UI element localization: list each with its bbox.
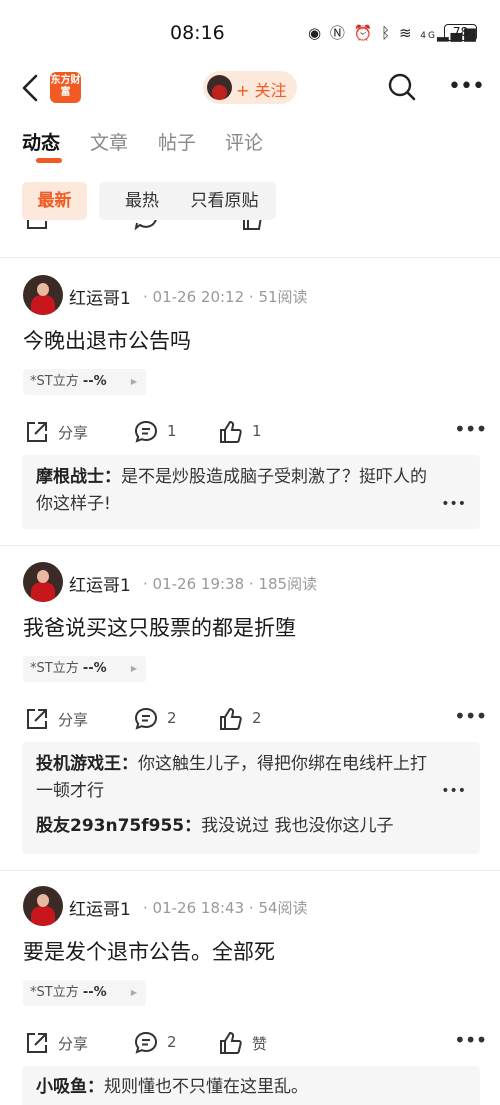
post-card[interactable]: 红运哥1 · 01-26 19:38 · 185阅读 我爸说买这只股票的都是折堕… <box>0 562 500 870</box>
post-title[interactable]: 要是发个退市公告。全部死 <box>23 936 275 966</box>
like-icon <box>220 1031 242 1054</box>
tab-comments[interactable]: 评论 <box>225 128 263 155</box>
comment-item: 摩根战士：是不是炒股造成脑子受刺激了？挺吓人的你这样子! <box>36 467 427 514</box>
comment-icon[interactable] <box>133 220 159 232</box>
follow-button[interactable]: + 关注 <box>203 71 297 104</box>
author-name[interactable]: 红运哥1 <box>69 895 131 920</box>
nfc-icon: Ⓝ <box>329 24 347 42</box>
expand-comment-icon[interactable]: ••• <box>441 783 466 799</box>
top-nav: 东方财富 + 关注 ••• <box>0 64 500 114</box>
post-card[interactable]: 红运哥1 · 01-26 20:12 · 51阅读 今晚出退市公告吗 *ST立方… <box>0 275 500 545</box>
follow-label: + 关注 <box>236 81 287 100</box>
follow-avatar <box>207 75 232 100</box>
post-meta: · 01-26 20:12 · 51阅读 <box>143 288 308 306</box>
post-more-icon[interactable]: ••• <box>454 417 487 441</box>
comment-item: 股友293n75f955：我没说过 我也没你这儿子 <box>36 816 394 836</box>
tag-arrow-icon: ▶ <box>130 988 137 997</box>
post-actions: 分享 2 赞 ••• <box>0 1026 500 1060</box>
tab-dynamic[interactable]: 动态 <box>22 128 60 155</box>
share-icon <box>27 1033 47 1053</box>
comment-preview[interactable]: 小吸鱼：规则懂也不只懂在这里乱。 <box>22 1066 480 1105</box>
tab-active-indicator <box>36 158 62 163</box>
comment-preview[interactable]: 投机游戏王：你这触生儿子，得把你绑在电线杆上打一顿才行 ••• 股友293n75… <box>22 742 480 854</box>
battery-icon: 78 <box>444 24 477 41</box>
eye-icon: ◉ <box>308 24 324 42</box>
post-meta: · 01-26 19:38 · 185阅读 <box>143 575 318 593</box>
post-card[interactable]: 红运哥1 · 01-26 18:43 · 54阅读 要是发个退市公告。全部死 *… <box>0 886 500 1105</box>
comment-preview[interactable]: 摩根战士：是不是炒股造成脑子受刺激了？挺吓人的你这样子! ••• <box>22 455 480 529</box>
comment-item: 投机游戏王：你这触生儿子，得把你绑在电线杆上打一顿才行 <box>36 754 427 801</box>
comment-icon <box>134 420 158 443</box>
previous-post-actions-clipped <box>0 220 500 240</box>
stock-tag[interactable]: *ST立方 --% ▶ <box>23 980 146 1006</box>
share-icon[interactable] <box>24 220 50 232</box>
post-actions: 分享 2 2 ••• <box>0 702 500 736</box>
like-icon[interactable] <box>240 220 266 232</box>
wifi-icon: ≋ <box>398 24 414 42</box>
back-arrow-icon[interactable] <box>18 72 44 104</box>
tag-arrow-icon: ▶ <box>130 377 137 386</box>
like-icon <box>220 707 242 730</box>
share-icon <box>27 709 47 729</box>
stock-tag[interactable]: *ST立方 --% ▶ <box>23 369 146 395</box>
post-more-icon[interactable]: ••• <box>454 704 487 728</box>
comment-item: 小吸鱼：规则懂也不只懂在这里乱。 <box>36 1077 308 1097</box>
expand-comment-icon[interactable]: ••• <box>441 496 466 512</box>
app-logo: 东方财富 <box>50 72 81 103</box>
like-icon <box>220 420 242 443</box>
avatar[interactable] <box>23 275 63 315</box>
tab-articles[interactable]: 文章 <box>90 128 128 155</box>
post-actions: 分享 1 1 ••• <box>0 415 500 449</box>
author-name[interactable]: 红运哥1 <box>69 284 131 309</box>
status-time: 08:16 <box>170 22 225 44</box>
status-bar: 08:16 ◉ Ⓝ ⏰ ᛒ ≋ 4G▂▄▆ 78 <box>0 0 500 64</box>
tag-arrow-icon: ▶ <box>130 664 137 673</box>
bluetooth-icon: ᛒ <box>381 24 393 42</box>
author-name[interactable]: 红运哥1 <box>69 571 131 596</box>
divider <box>0 545 500 546</box>
avatar[interactable] <box>23 886 63 926</box>
stock-tag[interactable]: *ST立方 --% ▶ <box>23 656 146 682</box>
avatar[interactable] <box>23 562 63 602</box>
divider <box>0 870 500 871</box>
comment-icon <box>134 1031 158 1054</box>
search-icon[interactable] <box>387 72 417 102</box>
share-icon <box>27 422 47 442</box>
post-title[interactable]: 我爸说买这只股票的都是折堕 <box>23 612 296 642</box>
tab-posts[interactable]: 帖子 <box>158 128 196 155</box>
alarm-icon: ⏰ <box>353 24 375 42</box>
filter-original-only[interactable]: 只看原贴 <box>173 182 276 220</box>
divider <box>0 257 500 258</box>
post-title[interactable]: 今晚出退市公告吗 <box>23 325 191 355</box>
more-options-icon[interactable]: ••• <box>448 74 485 99</box>
post-meta: · 01-26 18:43 · 54阅读 <box>143 899 308 917</box>
comment-icon <box>134 707 158 730</box>
post-more-icon[interactable]: ••• <box>454 1028 487 1052</box>
filter-latest[interactable]: 最新 <box>22 182 87 220</box>
